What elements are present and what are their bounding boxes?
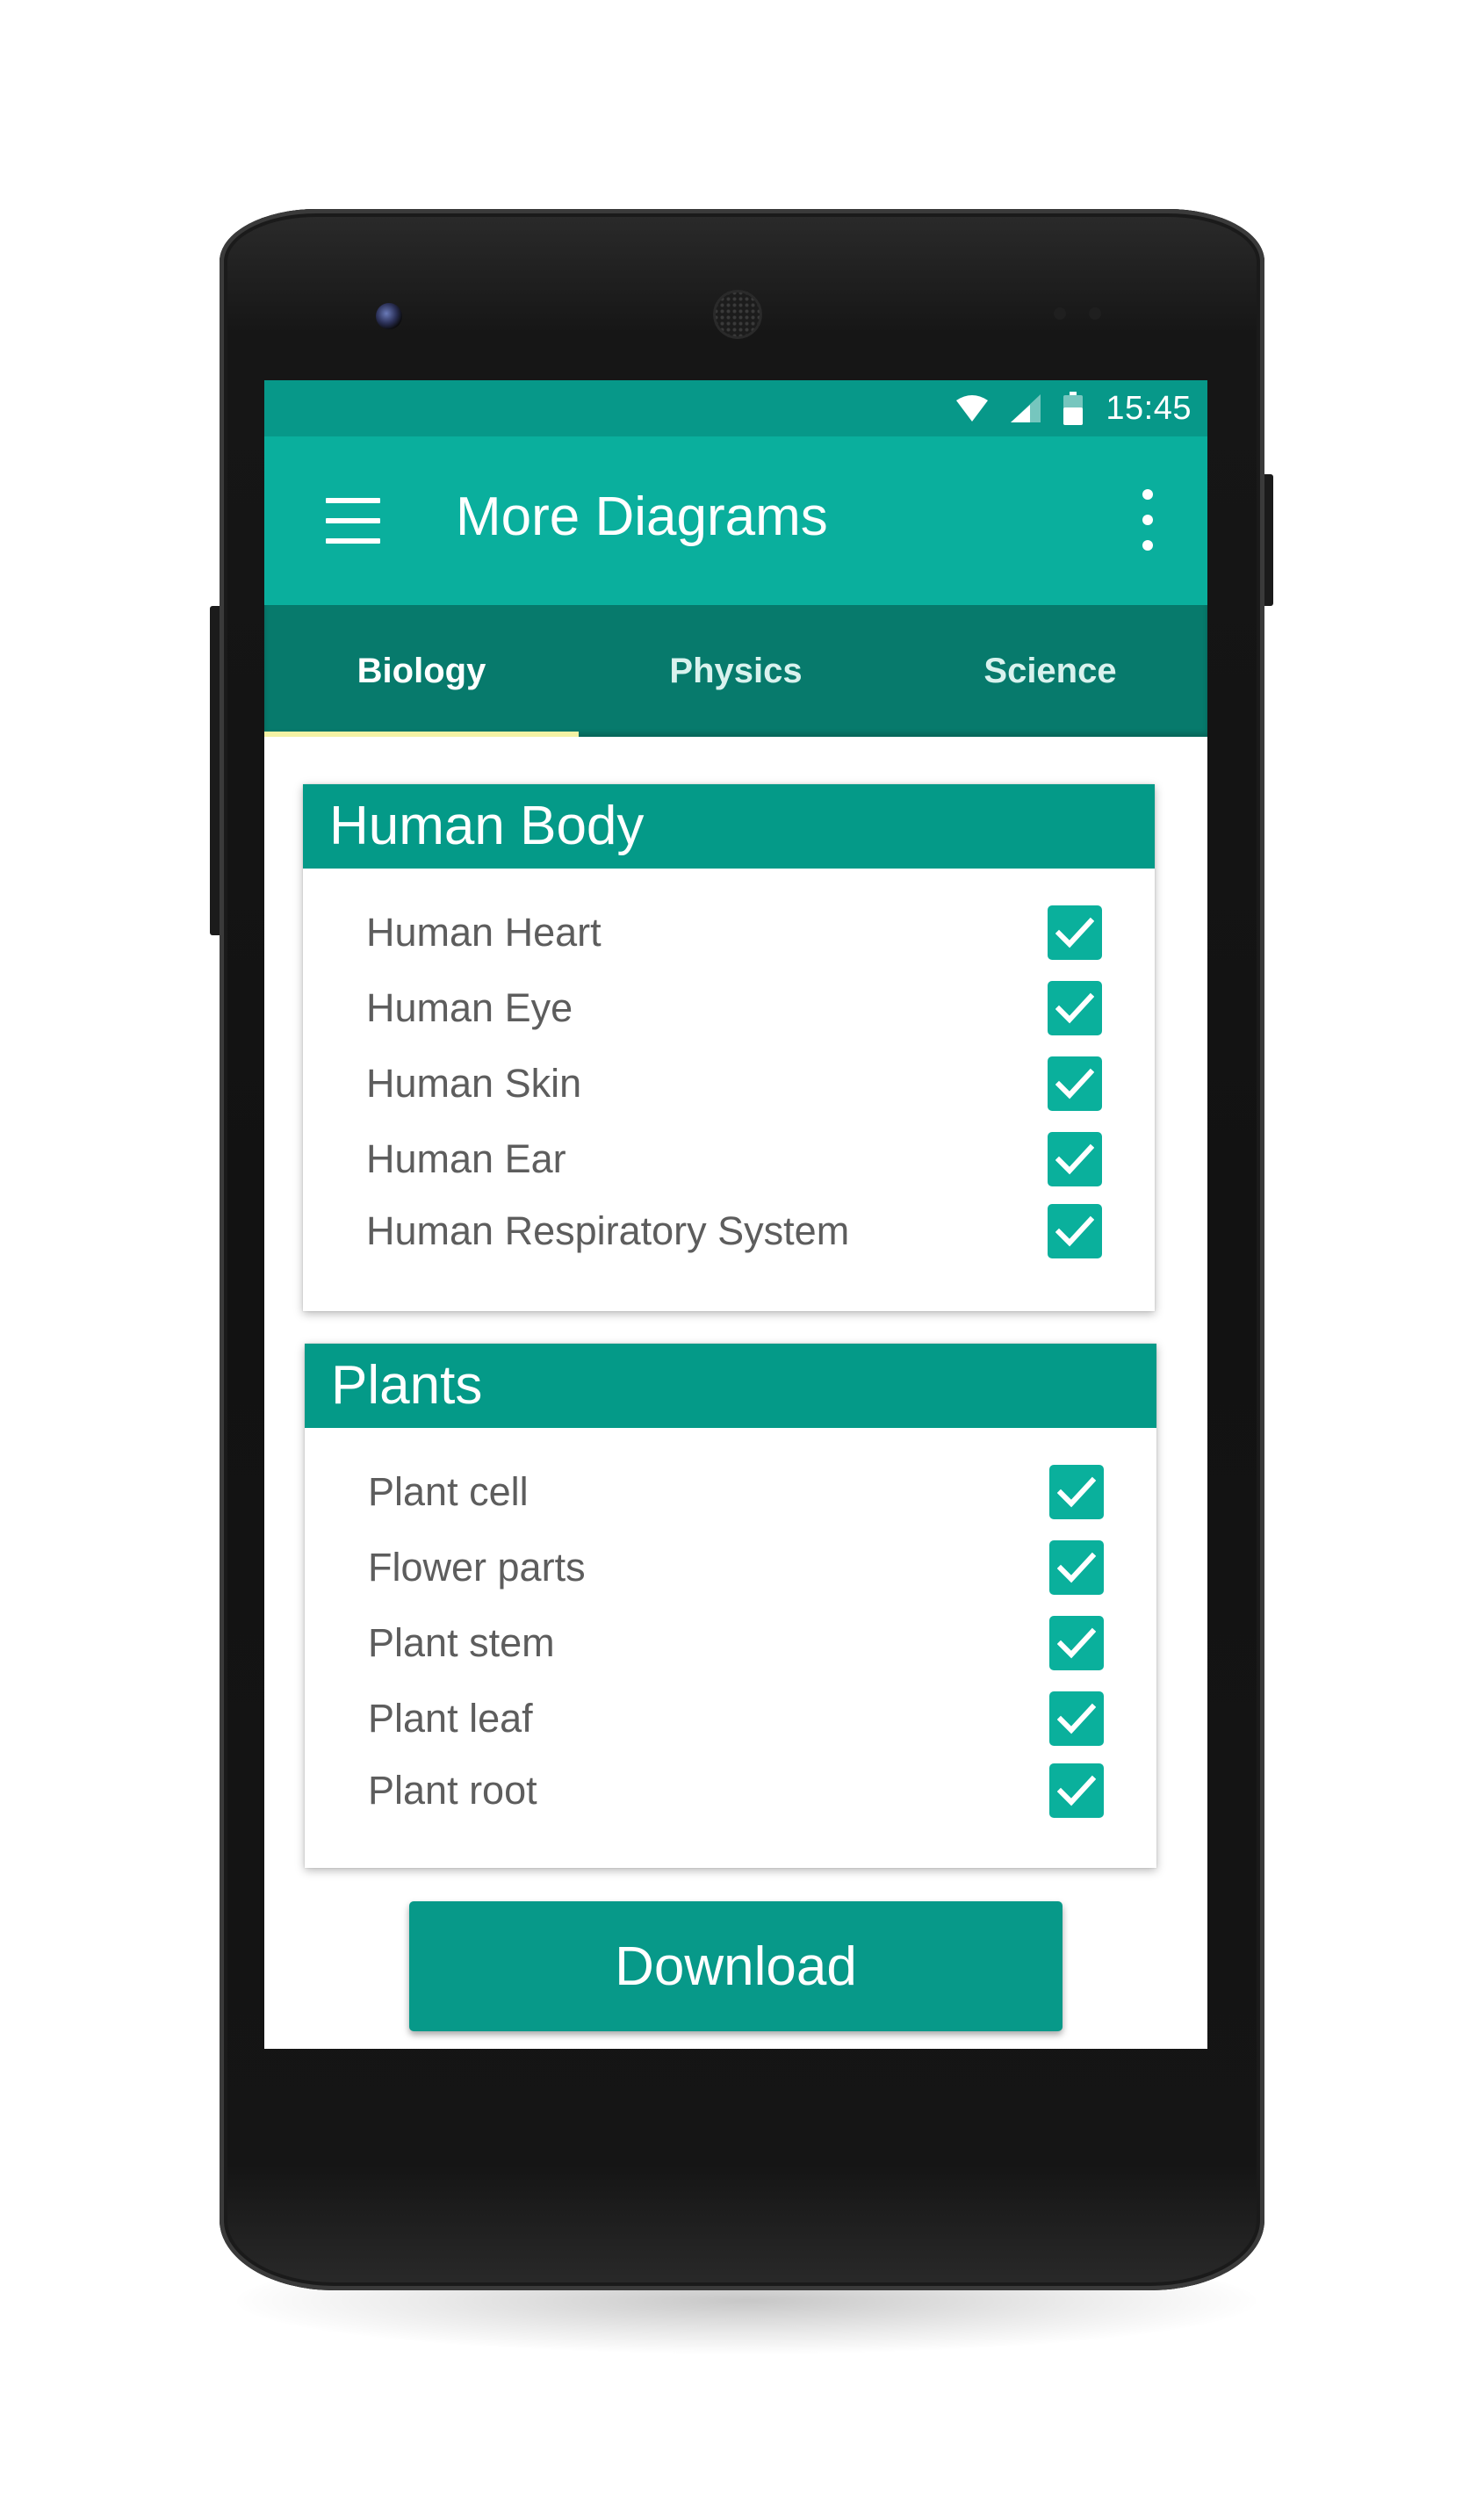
checkbox-checked-icon[interactable] — [1048, 981, 1102, 1035]
download-button[interactable]: Download — [409, 1901, 1063, 2031]
active-tab-indicator — [264, 732, 579, 737]
item-label: Plant leaf — [368, 1696, 533, 1741]
list-item-flower-parts[interactable]: Flower parts — [305, 1530, 1156, 1605]
wifi-icon — [956, 395, 989, 422]
item-label: Plant stem — [368, 1620, 555, 1665]
item-label: Human Eye — [366, 985, 573, 1030]
item-label: Human Ear — [366, 1136, 566, 1181]
phone-screen: 15:45 More Diagrams Biology Physics Scie… — [264, 380, 1207, 2049]
item-label: Human Skin — [366, 1061, 582, 1106]
checkbox-checked-icon[interactable] — [1048, 1132, 1102, 1186]
list-item-human-ear[interactable]: Human Ear — [303, 1121, 1155, 1197]
tab-label: Science — [983, 651, 1117, 690]
list-item-human-skin[interactable]: Human Skin — [303, 1046, 1155, 1121]
checkbox-checked-icon[interactable] — [1048, 1056, 1102, 1111]
tab-biology[interactable]: Biology — [264, 605, 579, 737]
item-label: Human Respiratory System — [366, 1208, 850, 1253]
checkbox-checked-icon[interactable] — [1049, 1691, 1104, 1746]
list-item-plant-stem[interactable]: Plant stem — [305, 1605, 1156, 1681]
item-label: Flower parts — [368, 1545, 586, 1590]
checkbox-checked-icon[interactable] — [1049, 1465, 1104, 1519]
status-bar: 15:45 — [264, 380, 1207, 436]
tab-bar: Biology Physics Science — [264, 605, 1207, 737]
item-label: Human Heart — [366, 910, 602, 955]
section-header: Plants — [305, 1344, 1156, 1428]
section-header: Human Body — [303, 784, 1155, 869]
tab-label: Physics — [669, 651, 803, 690]
list-item-plant-leaf[interactable]: Plant leaf — [305, 1681, 1156, 1756]
clock: 15:45 — [1106, 389, 1192, 427]
status-icons: 15:45 — [956, 380, 1192, 436]
tab-label: Biology — [357, 651, 486, 690]
checkbox-checked-icon[interactable] — [1049, 1763, 1104, 1818]
more-vert-icon[interactable] — [1139, 489, 1156, 551]
list-item-plant-cell[interactable]: Plant cell — [305, 1454, 1156, 1530]
proximity-sensor — [1054, 307, 1066, 320]
section-card-plants: Plants Plant cell Flower parts Plant ste… — [305, 1344, 1156, 1868]
hamburger-menu-icon[interactable] — [326, 498, 380, 544]
section-card-human-body: Human Body Human Heart Human Eye Human S… — [303, 784, 1155, 1311]
checkbox-checked-icon[interactable] — [1049, 1616, 1104, 1670]
checkbox-checked-icon[interactable] — [1048, 1204, 1102, 1258]
item-label: Plant cell — [368, 1469, 529, 1514]
tab-physics[interactable]: Physics — [579, 605, 893, 737]
light-sensor — [1089, 307, 1101, 320]
list-item-plant-root[interactable]: Plant root — [305, 1753, 1156, 1828]
tab-science[interactable]: Science — [893, 605, 1207, 737]
app-bar: More Diagrams — [264, 436, 1207, 605]
checkbox-checked-icon[interactable] — [1049, 1540, 1104, 1595]
battery-icon — [1063, 392, 1084, 425]
list-item-human-eye[interactable]: Human Eye — [303, 970, 1155, 1046]
earpiece-speaker — [713, 290, 762, 339]
page-title: More Diagrams — [456, 487, 828, 547]
signal-icon — [1011, 394, 1041, 422]
list-item-human-heart[interactable]: Human Heart — [303, 895, 1155, 970]
front-camera — [376, 303, 402, 329]
list-item-human-respiratory-system[interactable]: Human Respiratory System — [303, 1193, 1155, 1269]
checkbox-checked-icon[interactable] — [1048, 905, 1102, 960]
item-label: Plant root — [368, 1768, 537, 1813]
